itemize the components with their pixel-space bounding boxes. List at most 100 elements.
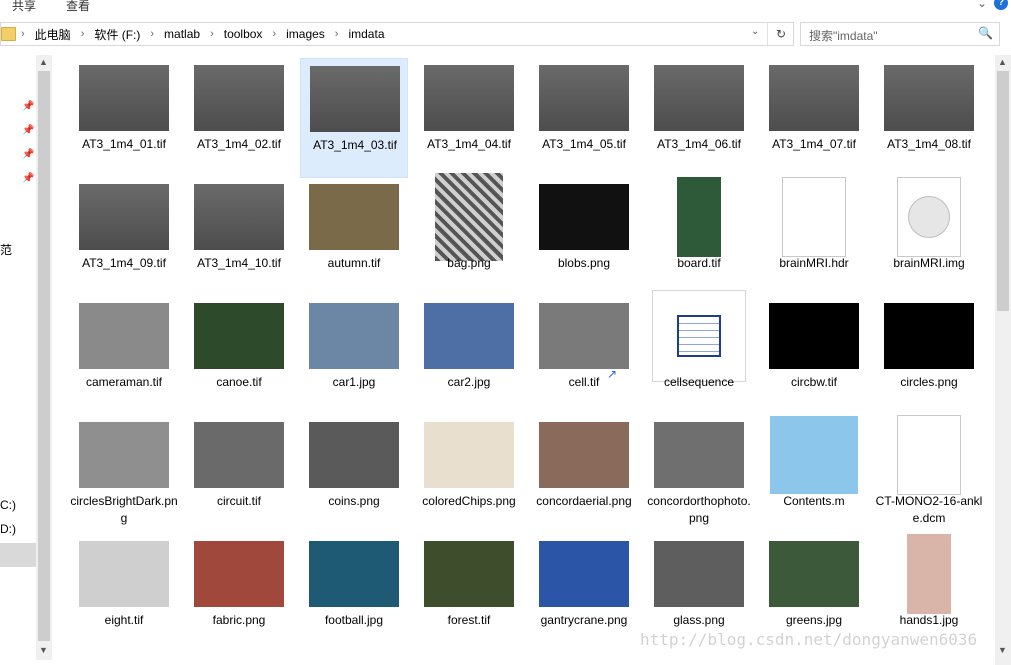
file-item[interactable]: board.tif	[645, 177, 753, 297]
file-item[interactable]: concordaerial.png	[530, 415, 638, 535]
image-thumbnail-icon	[539, 184, 629, 250]
thumbnail-area	[530, 415, 638, 495]
file-item[interactable]: circlesBrightDark.png	[70, 415, 178, 535]
image-thumbnail-icon	[654, 65, 744, 131]
file-item[interactable]: circuit.tif	[185, 415, 293, 535]
thumbnail-area	[530, 296, 638, 376]
file-name: AT3_1m4_07.tif	[772, 137, 856, 151]
pin-icon[interactable]: 📌	[22, 149, 34, 160]
chevron-down-icon[interactable]: ⌄	[977, 0, 987, 10]
file-item[interactable]: canoe.tif	[185, 296, 293, 416]
file-item[interactable]: brainMRI.hdr	[760, 177, 868, 297]
file-item[interactable]: AT3_1m4_01.tif	[70, 58, 178, 178]
crumb-this-pc[interactable]: 此电脑	[35, 26, 71, 43]
crumb-toolbox[interactable]: toolbox	[224, 27, 263, 41]
help-icon[interactable]: ?	[994, 0, 1008, 10]
chevron-down-icon[interactable]: ▼	[39, 645, 48, 655]
image-thumbnail-icon	[194, 184, 284, 250]
file-item[interactable]: bag.png	[415, 173, 523, 297]
file-item[interactable]: autumn.tif	[300, 177, 408, 297]
file-item[interactable]: fabric.png	[185, 534, 293, 654]
thumbnail-area	[70, 534, 178, 614]
file-item[interactable]: AT3_1m4_04.tif	[415, 58, 523, 178]
crumb-drive[interactable]: 软件 (F:)	[94, 26, 140, 43]
pin-icon[interactable]: 📌	[22, 173, 34, 184]
tab-share[interactable]: 共享	[12, 0, 36, 14]
search-icon[interactable]: 🔍	[978, 26, 993, 40]
file-name: football.jpg	[324, 613, 384, 627]
file-item[interactable]: AT3_1m4_06.tif	[645, 58, 753, 178]
tab-view[interactable]: 查看	[66, 0, 90, 14]
chevron-down-icon[interactable]: ▼	[998, 645, 1007, 655]
file-item[interactable]: AT3_1m4_09.tif	[70, 177, 178, 297]
thumbnail-area	[415, 415, 523, 495]
scrollbar-left[interactable]: ▲ ▼	[36, 55, 52, 660]
chevron-up-icon[interactable]: ▲	[39, 57, 48, 67]
search-box[interactable]: 搜索"imdata" 🔍	[800, 22, 1000, 46]
nav-item[interactable]: 范	[0, 241, 12, 258]
file-item[interactable]: AT3_1m4_07.tif	[760, 58, 868, 178]
file-item[interactable]: concordorthophoto.png	[645, 415, 753, 535]
breadcrumb[interactable]: › 此电脑 › 软件 (F:) › matlab › toolbox › ima…	[21, 23, 385, 45]
pin-icon[interactable]: 📌	[22, 125, 34, 136]
file-name: car2.jpg	[447, 375, 491, 389]
pin-icon[interactable]: 📌	[22, 101, 34, 112]
file-name: AT3_1m4_09.tif	[82, 256, 166, 270]
file-item[interactable]: gantrycrane.png	[530, 534, 638, 654]
file-item[interactable]: cameraman.tif	[70, 296, 178, 416]
file-item[interactable]: coins.png	[300, 415, 408, 535]
crumb-matlab[interactable]: matlab	[164, 27, 200, 41]
file-item[interactable]: car1.jpg	[300, 296, 408, 416]
nav-item-drive-d[interactable]: D:)	[0, 522, 16, 536]
file-item[interactable]: football.jpg	[300, 534, 408, 654]
file-item[interactable]: ↗ cellsequence	[607, 290, 753, 416]
chevron-right-icon[interactable]: ›	[150, 28, 154, 40]
image-thumbnail-icon	[79, 303, 169, 369]
scrollbar-right[interactable]: ▲ ▼	[995, 55, 1011, 665]
refresh-icon[interactable]: ↻	[767, 23, 794, 45]
chevron-right-icon[interactable]: ›	[81, 28, 85, 40]
file-item[interactable]: CT-MONO2-16-ankle.dcm	[875, 415, 983, 535]
thumbnail-area	[70, 58, 178, 138]
file-name: forest.tif	[447, 613, 491, 627]
chevron-right-icon[interactable]: ›	[272, 28, 276, 40]
image-thumbnail-icon	[309, 303, 399, 369]
thumbnail-area	[875, 534, 983, 614]
ribbon: 共享 查看 ⌄ ?	[0, 0, 1011, 18]
crumb-imdata[interactable]: imdata	[348, 27, 384, 41]
file-item[interactable]: Contents.m	[760, 415, 868, 535]
file-item[interactable]: eight.tif	[70, 534, 178, 654]
search-placeholder: 搜索"imdata"	[809, 29, 878, 43]
file-item[interactable]: forest.tif	[415, 534, 523, 654]
file-item[interactable]: car2.jpg	[415, 296, 523, 416]
chevron-up-icon[interactable]: ▲	[998, 57, 1007, 67]
file-item[interactable]: circbw.tif	[760, 296, 868, 416]
file-name: fabric.png	[212, 613, 266, 627]
thumbnail-area	[70, 415, 178, 495]
chevron-right-icon[interactable]: ›	[210, 28, 214, 40]
image-thumbnail-icon	[424, 541, 514, 607]
file-item[interactable]: circles.png	[875, 296, 983, 416]
nav-item-drive-c[interactable]: C:)	[0, 498, 16, 512]
file-item[interactable]: cell.tif	[530, 296, 638, 416]
thumbnail-area	[760, 177, 868, 257]
scrollbar-thumb[interactable]	[997, 71, 1009, 311]
crumb-images[interactable]: images	[286, 27, 325, 41]
address-bar[interactable]: › 此电脑 › 软件 (F:) › matlab › toolbox › ima…	[0, 22, 794, 46]
file-item[interactable]: coloredChips.png	[415, 415, 523, 535]
file-item[interactable]: AT3_1m4_03.tif	[300, 58, 408, 178]
scrollbar-thumb[interactable]	[38, 71, 50, 641]
file-item[interactable]: AT3_1m4_08.tif	[875, 58, 983, 178]
chevron-down-icon[interactable]: ⌄	[751, 26, 759, 37]
file-item[interactable]: AT3_1m4_02.tif	[185, 58, 293, 178]
file-item[interactable]: blobs.png	[530, 177, 638, 297]
file-name: autumn.tif	[327, 256, 381, 270]
chevron-right-icon[interactable]: ›	[21, 28, 25, 40]
file-item[interactable]: AT3_1m4_05.tif	[530, 58, 638, 178]
file-item[interactable]: AT3_1m4_10.tif	[185, 177, 293, 297]
image-thumbnail-icon	[769, 303, 859, 369]
file-item[interactable]: brainMRI.img	[875, 177, 983, 297]
nav-selection[interactable]	[0, 543, 36, 567]
chevron-right-icon[interactable]: ›	[335, 28, 339, 40]
file-name: circuit.tif	[216, 494, 261, 508]
